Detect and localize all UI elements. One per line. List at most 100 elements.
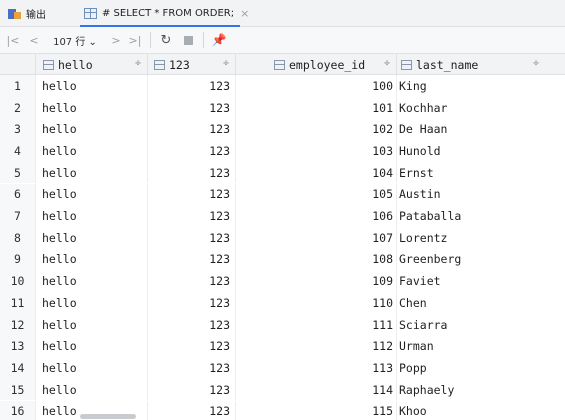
sort-icon[interactable]: ÷	[135, 58, 141, 69]
table-row[interactable]: 1 hello 123 100 King	[0, 75, 565, 97]
cell-123[interactable]: 123	[148, 226, 236, 249]
cell-hello[interactable]: hello	[36, 292, 148, 314]
table-row[interactable]: 12 hello 123 111 Sciarra	[0, 313, 565, 336]
cell-hello[interactable]: hello	[36, 270, 148, 292]
cell-last-name[interactable]: Popp	[397, 357, 545, 379]
row-number-cell[interactable]: 6	[0, 183, 36, 206]
cell-last-name[interactable]: Khoo	[397, 401, 545, 420]
cell-employee-id[interactable]: 111	[236, 313, 397, 336]
table-row[interactable]: 2 hello 123 101 Kochhar	[0, 96, 565, 119]
cell-last-name[interactable]: Hunold	[397, 140, 545, 162]
cell-hello[interactable]: hello	[36, 313, 148, 336]
table-row[interactable]: 13 hello 123 112 Urman	[0, 335, 565, 358]
cell-last-name[interactable]: Faviet	[397, 270, 545, 292]
cell-123[interactable]: 123	[148, 75, 236, 97]
table-row[interactable]: 4 hello 123 103 Hunold	[0, 140, 565, 162]
cell-hello[interactable]: hello	[36, 161, 148, 184]
cell-hello[interactable]: hello	[36, 226, 148, 249]
cell-123[interactable]: 123	[148, 378, 236, 401]
table-row[interactable]: 5 hello 123 104 Ernst	[0, 161, 565, 184]
row-number-cell[interactable]: 8	[0, 226, 36, 249]
sort-icon[interactable]: ÷	[384, 58, 390, 69]
cell-employee-id[interactable]: 101	[236, 96, 397, 119]
cell-employee-id[interactable]: 105	[236, 183, 397, 206]
table-row[interactable]: 6 hello 123 105 Austin	[0, 183, 565, 206]
cell-hello[interactable]: hello	[36, 335, 148, 358]
row-number-cell[interactable]: 12	[0, 313, 36, 336]
cell-123[interactable]: 123	[148, 292, 236, 314]
cell-last-name[interactable]: King	[397, 75, 545, 97]
column-header-123[interactable]: 123 ÷	[148, 54, 236, 75]
cell-hello[interactable]: hello	[36, 140, 148, 162]
cell-employee-id[interactable]: 110	[236, 292, 397, 314]
cell-123[interactable]: 123	[148, 161, 236, 184]
sort-icon[interactable]: ÷	[223, 58, 229, 69]
cell-hello[interactable]: hello	[36, 96, 148, 119]
tab-output[interactable]: 输出	[8, 0, 46, 27]
cell-employee-id[interactable]: 108	[236, 248, 397, 271]
cell-123[interactable]: 123	[148, 205, 236, 227]
cell-hello[interactable]: hello	[36, 357, 148, 379]
cell-employee-id[interactable]: 102	[236, 118, 397, 141]
pin-icon[interactable]: 📌	[208, 27, 230, 54]
prev-page-button[interactable]: <	[26, 27, 42, 54]
row-count-dropdown[interactable]: 107 行 ⌄	[42, 27, 108, 54]
cell-last-name[interactable]: Ernst	[397, 162, 545, 184]
column-header-employee-id[interactable]: employee_id ÷	[236, 54, 397, 75]
cell-last-name[interactable]: Urman	[397, 335, 545, 357]
cell-123[interactable]: 123	[148, 248, 236, 271]
cell-123[interactable]: 123	[148, 96, 236, 119]
cell-employee-id[interactable]: 106	[236, 205, 397, 227]
cell-hello[interactable]: hello	[36, 118, 148, 141]
row-number-cell[interactable]: 4	[0, 140, 36, 162]
cell-last-name[interactable]: De Haan	[397, 118, 545, 140]
row-number-cell[interactable]: 2	[0, 96, 36, 119]
table-row[interactable]: 3 hello 123 102 De Haan	[0, 118, 565, 141]
row-number-cell[interactable]: 10	[0, 270, 36, 292]
tab-query-result[interactable]: # SELECT * FROM ORDER; ×	[84, 0, 249, 27]
cell-hello[interactable]: hello	[36, 205, 148, 227]
row-number-cell[interactable]: 7	[0, 205, 36, 227]
row-number-cell[interactable]: 15	[0, 378, 36, 401]
cell-last-name[interactable]: Greenberg	[397, 249, 545, 271]
cell-employee-id[interactable]: 112	[236, 335, 397, 358]
stop-icon[interactable]	[177, 27, 199, 54]
cell-123[interactable]: 123	[148, 400, 236, 420]
cell-123[interactable]: 123	[148, 118, 236, 141]
row-number-cell[interactable]: 1	[0, 75, 36, 97]
table-row[interactable]: 11 hello 123 110 Chen	[0, 292, 565, 314]
row-number-cell[interactable]: 14	[0, 357, 36, 379]
first-page-button[interactable]: |<	[0, 27, 26, 54]
table-row[interactable]: 8 hello 123 107 Lorentz	[0, 226, 565, 249]
cell-last-name[interactable]: Kochhar	[397, 97, 545, 119]
cell-123[interactable]: 123	[148, 335, 236, 358]
table-row[interactable]: 14 hello 123 113 Popp	[0, 357, 565, 379]
sort-icon[interactable]: ÷	[533, 58, 539, 69]
table-row[interactable]: 9 hello 123 108 Greenberg	[0, 248, 565, 271]
cell-last-name[interactable]: Austin	[397, 184, 545, 206]
table-row[interactable]: 10 hello 123 109 Faviet	[0, 270, 565, 292]
cell-last-name[interactable]: Pataballa	[397, 205, 545, 227]
cell-123[interactable]: 123	[148, 357, 236, 379]
cell-employee-id[interactable]: 104	[236, 161, 397, 184]
row-number-cell[interactable]: 5	[0, 161, 36, 184]
row-number-cell[interactable]: 3	[0, 118, 36, 141]
cell-123[interactable]: 123	[148, 313, 236, 336]
horizontal-scrollbar[interactable]	[80, 414, 136, 419]
table-row[interactable]: 15 hello 123 114 Raphaely	[0, 378, 565, 401]
last-page-button[interactable]: >|	[124, 27, 146, 54]
column-header-last-name[interactable]: last_name ÷	[397, 54, 545, 75]
cell-employee-id[interactable]: 113	[236, 357, 397, 379]
close-icon[interactable]: ×	[240, 7, 249, 20]
cell-123[interactable]: 123	[148, 183, 236, 206]
column-header-hello[interactable]: hello ÷	[36, 54, 148, 75]
row-number-cell[interactable]: 11	[0, 292, 36, 314]
cell-employee-id[interactable]: 107	[236, 226, 397, 249]
refresh-icon[interactable]: ↻	[155, 27, 177, 54]
cell-123[interactable]: 123	[148, 140, 236, 162]
cell-employee-id[interactable]: 100	[236, 75, 397, 97]
cell-last-name[interactable]: Sciarra	[397, 314, 545, 336]
cell-123[interactable]: 123	[148, 270, 236, 292]
cell-employee-id[interactable]: 103	[236, 140, 397, 162]
cell-employee-id[interactable]: 115	[236, 400, 397, 420]
